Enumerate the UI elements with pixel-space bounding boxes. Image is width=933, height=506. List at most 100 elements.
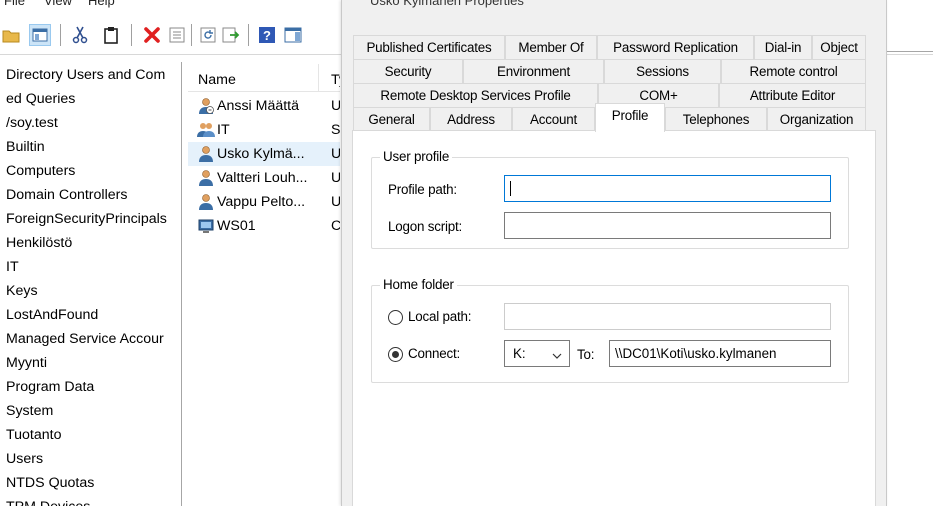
tree-item-managed-service-accounts[interactable]: Managed Service Accour — [6, 327, 164, 351]
list-item-type: U — [331, 170, 340, 186]
drive-letter-value: K: — [513, 346, 526, 361]
cut-icon[interactable] — [69, 24, 91, 46]
tree-item-domain[interactable]: /soy.test — [6, 111, 58, 135]
list-item-type: U — [331, 146, 340, 162]
tab-general[interactable]: General — [353, 107, 430, 132]
tree-item-it[interactable]: IT — [6, 255, 19, 279]
tab-object[interactable]: Object — [812, 35, 866, 60]
list-item[interactable]: Anssi Määttä U — [188, 94, 340, 118]
dialog-title: Usko Kylmänen Properties — [370, 0, 524, 8]
profile-path-label: Profile path: — [388, 182, 457, 197]
home-folder-legend: Home folder — [380, 277, 457, 292]
tab-member-of[interactable]: Member Of — [505, 35, 597, 60]
local-path-radio[interactable] — [388, 310, 403, 325]
tab-environment[interactable]: Environment — [463, 59, 604, 84]
list-item-name: IT — [217, 122, 230, 138]
menu-file[interactable]: File — [4, 0, 25, 8]
delete-icon[interactable] — [141, 24, 163, 46]
home-folder-path-input[interactable]: \\DC01\Koti\usko.kylmanen — [609, 340, 831, 367]
drive-letter-select[interactable]: K: — [504, 340, 570, 367]
tree-item-henkilosto[interactable]: Henkilöstö — [6, 231, 72, 255]
list-item[interactable]: IT S — [188, 118, 340, 142]
list-item-type: C — [331, 218, 340, 234]
tree-item-computers[interactable]: Computers — [6, 159, 75, 183]
tree-item-builtin[interactable]: Builtin — [6, 135, 45, 159]
list-item-name: WS01 — [217, 218, 256, 234]
tab-address[interactable]: Address — [430, 107, 512, 132]
user-icon — [197, 193, 215, 211]
list-item-type: U — [331, 98, 340, 114]
export-list-icon[interactable] — [220, 24, 242, 46]
refresh-icon[interactable] — [197, 24, 219, 46]
profile-tab-panel: User profile Profile path: Logon script:… — [352, 130, 876, 506]
tree-item-ntds-quotas[interactable]: NTDS Quotas — [6, 471, 94, 495]
tab-remote-control[interactable]: Remote control — [721, 59, 866, 84]
tree-item-root[interactable]: Directory Users and Com — [6, 63, 165, 87]
user-profile-group: User profile Profile path: Logon script: — [371, 149, 849, 249]
list-item[interactable]: Usko Kylmä... U — [188, 142, 340, 166]
show-hide-console-tree-icon[interactable] — [29, 24, 51, 46]
connect-label[interactable]: Connect: — [408, 346, 460, 361]
menu-view[interactable]: View — [44, 0, 72, 8]
user-icon — [197, 97, 215, 115]
list-item[interactable]: WS01 C — [188, 214, 340, 238]
local-path-label[interactable]: Local path: — [408, 309, 472, 324]
show-action-pane-icon[interactable] — [282, 24, 304, 46]
tab-security[interactable]: Security — [353, 59, 463, 84]
to-label: To: — [577, 347, 595, 362]
tree-item-domain-controllers[interactable]: Domain Controllers — [6, 183, 127, 207]
user-profile-legend: User profile — [380, 149, 453, 164]
properties-icon[interactable] — [166, 24, 188, 46]
tab-dial-in[interactable]: Dial-in — [754, 35, 812, 60]
list-header: Name Ty — [188, 64, 340, 92]
column-header-type[interactable]: Ty — [331, 72, 340, 88]
menu-help[interactable]: Help — [88, 0, 115, 8]
tab-remote-desktop-services-profile[interactable]: Remote Desktop Services Profile — [353, 83, 598, 108]
text-caret — [510, 181, 511, 196]
tab-account[interactable]: Account — [512, 107, 595, 132]
list-item-name: Anssi Määttä — [217, 98, 300, 114]
logon-script-input[interactable] — [504, 212, 831, 239]
tree-item-keys[interactable]: Keys — [6, 279, 38, 303]
list-item[interactable]: Valtteri Louh... U — [188, 166, 340, 190]
folder-up-icon[interactable] — [0, 24, 22, 46]
tree-item-lost-and-found[interactable]: LostAndFound — [6, 303, 98, 327]
profile-path-input[interactable] — [504, 175, 831, 202]
list-item-name: Valtteri Louh... — [217, 170, 308, 186]
tab-telephones[interactable]: Telephones — [665, 107, 767, 132]
list-item-name: Vappu Pelto... — [217, 194, 306, 210]
tree-item-program-data[interactable]: Program Data — [6, 375, 94, 399]
user-icon — [197, 145, 215, 163]
copy-icon[interactable] — [100, 24, 122, 46]
local-path-input[interactable] — [504, 303, 831, 330]
console-tree-pane: Directory Users and Com ed Queries /soy.… — [0, 62, 182, 506]
tree-item-system[interactable]: System — [6, 399, 53, 423]
home-folder-group: Home folder Local path: Connect: K: To: … — [371, 277, 849, 383]
tab-attribute-editor[interactable]: Attribute Editor — [719, 83, 866, 108]
help-icon[interactable]: ? — [256, 24, 278, 46]
group-icon — [197, 121, 215, 139]
list-item[interactable]: Vappu Pelto... U — [188, 190, 340, 214]
list-item-name: Usko Kylmä... — [217, 146, 305, 162]
tab-profile[interactable]: Profile — [595, 103, 665, 132]
svg-text:?: ? — [263, 28, 271, 43]
tree-item-users[interactable]: Users — [6, 447, 43, 471]
list-item-type: U — [331, 194, 340, 210]
tab-sessions[interactable]: Sessions — [604, 59, 721, 84]
user-icon — [197, 169, 215, 187]
tree-item-tpm-devices[interactable]: TPM Devices — [6, 495, 90, 506]
tree-item-saved-queries[interactable]: ed Queries — [6, 87, 75, 111]
chevron-down-icon — [552, 349, 562, 359]
tree-item-foreign-security-principals[interactable]: ForeignSecurityPrincipals — [6, 207, 167, 231]
tree-item-myynti[interactable]: Myynti — [6, 351, 47, 375]
connect-radio[interactable] — [388, 347, 403, 362]
tab-published-certificates[interactable]: Published Certificates — [353, 35, 505, 60]
computer-icon — [197, 217, 215, 235]
logon-script-label: Logon script: — [388, 219, 463, 234]
tree-item-tuotanto[interactable]: Tuotanto — [6, 423, 61, 447]
tab-organization[interactable]: Organization — [767, 107, 866, 132]
list-item-type: S — [331, 122, 340, 138]
user-properties-dialog: Usko Kylmänen Properties Published Certi… — [341, 0, 887, 506]
tab-password-replication[interactable]: Password Replication — [597, 35, 754, 60]
column-header-name[interactable]: Name — [198, 72, 236, 88]
